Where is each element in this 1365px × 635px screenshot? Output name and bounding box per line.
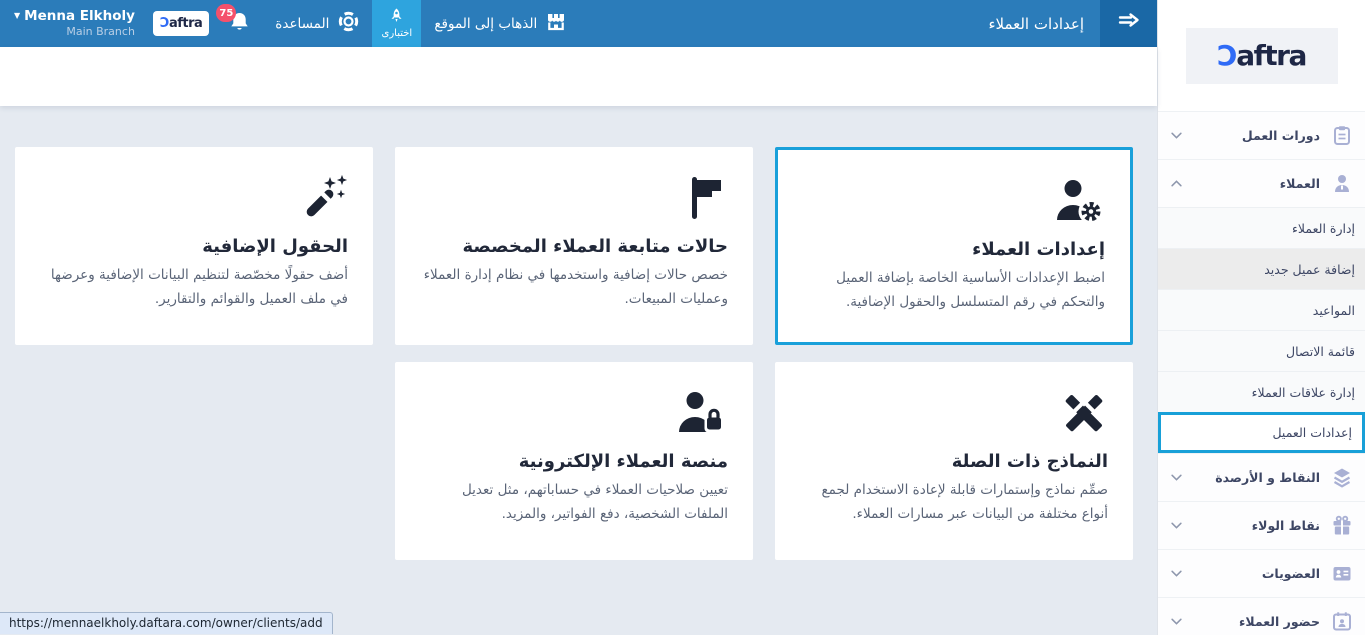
card-client-portal[interactable]: منصة العملاء الإلكترونية تعيين صلاحيات ا… xyxy=(395,362,753,560)
sidebar-item-label: نقاط الولاء xyxy=(1252,518,1320,533)
page-title: إعدادات العملاء xyxy=(970,15,1100,33)
users-icon xyxy=(1331,173,1352,194)
card-followup-statuses[interactable]: حالات متابعة العملاء المخصصة خصص حالات إ… xyxy=(395,147,753,345)
sidebar-subitem-add-client[interactable]: إضافة عميل جديد xyxy=(1158,248,1365,289)
sidebar-item-points-balances[interactable]: النقاط و الأرصدة xyxy=(1158,453,1365,501)
chevron-down-icon xyxy=(1171,570,1182,577)
sidebar-item-memberships[interactable]: العضويات xyxy=(1158,549,1365,597)
notifications-button[interactable]: 75 xyxy=(217,0,262,47)
user-gear-icon xyxy=(803,166,1105,224)
rocket-icon xyxy=(390,8,403,26)
sidebar-item-label: العضويات xyxy=(1262,566,1320,581)
sidebar-subitem-label: إعدادات العميل xyxy=(1272,425,1352,440)
brand-logo-mark: Ɔ xyxy=(160,16,169,31)
sidebar-subitem-crm[interactable]: إدارة علاقات العملاء xyxy=(1158,371,1365,412)
main-area: إعدادات العملاء الذهاب إلى الموقع اختبار… xyxy=(0,0,1157,635)
sidebar-subitem-manage-clients[interactable]: إدارة العملاء xyxy=(1158,207,1365,248)
card-description: تعيين صلاحيات العملاء في حساباتهم، مثل ت… xyxy=(420,479,728,526)
toolbar-band xyxy=(0,47,1157,106)
caret-down-icon: ▼ xyxy=(14,11,20,20)
sidebar-item-client-attendance[interactable]: حضور العملاء xyxy=(1158,597,1365,635)
magic-wand-icon xyxy=(40,163,348,221)
card-related-forms[interactable]: النماذج ذات الصلة صمِّم نماذج وإستمارات … xyxy=(775,362,1133,560)
pencil-ruler-icon xyxy=(800,378,1108,436)
double-arrow-icon xyxy=(1117,11,1141,36)
sidebar-logo-wrap: Ɔaftra xyxy=(1158,0,1365,111)
card-title: منصة العملاء الإلكترونية xyxy=(420,451,728,472)
card-description: خصص حالات إضافية واستخدمها في نظام إدارة… xyxy=(420,264,728,311)
help-label: المساعدة xyxy=(275,16,329,32)
sidebar-subitem-label: إدارة العملاء xyxy=(1292,221,1355,236)
card-description: صمِّم نماذج وإستمارات قابلة لإعادة الاست… xyxy=(800,479,1108,526)
sidebar-item-clients[interactable]: العملاء xyxy=(1158,159,1365,207)
sidebar-item-label: العملاء xyxy=(1280,176,1320,191)
sidebar-toggle-button[interactable] xyxy=(1100,0,1157,47)
chevron-down-icon xyxy=(1171,474,1182,481)
card-title: الحقول الإضافية xyxy=(40,236,348,257)
go-to-site-link[interactable]: الذهاب إلى الموقع xyxy=(421,0,579,47)
clipboard-icon xyxy=(1331,125,1352,146)
topbar: إعدادات العملاء الذهاب إلى الموقع اختبار… xyxy=(0,0,1157,47)
user-branch: Main Branch xyxy=(66,25,135,39)
user-name: Menna Elkholy xyxy=(24,8,135,24)
chevron-up-icon xyxy=(1171,180,1182,187)
sidebar-subitem-label: إدارة علاقات العملاء xyxy=(1252,385,1355,400)
topbar-brand-logo[interactable]: Ɔaftra xyxy=(153,11,209,36)
sidebar-item-label: دورات العمل xyxy=(1242,128,1320,143)
card-client-settings[interactable]: إعدادات العملاء اضبط الإعدادات الأساسية … xyxy=(775,147,1133,345)
sidebar-item-label: حضور العملاء xyxy=(1239,614,1320,629)
card-description: أضف حقولًا مخصّصة لتنظيم البيانات الإضاف… xyxy=(40,264,348,311)
sidebar-item-loyalty-points[interactable]: نقاط الولاء xyxy=(1158,501,1365,549)
sidebar: Ɔaftra دورات العمل العملاء إدارة العملاء xyxy=(1157,0,1365,635)
sidebar-subitem-contact-list[interactable]: قائمة الاتصال xyxy=(1158,330,1365,371)
go-to-site-label: الذهاب إلى الموقع xyxy=(434,16,537,32)
card-custom-fields[interactable]: الحقول الإضافية أضف حقولًا مخصّصة لتنظيم… xyxy=(15,147,373,345)
user-lock-icon xyxy=(420,378,728,436)
card-title: حالات متابعة العملاء المخصصة xyxy=(420,236,728,257)
sidebar-item-work-cycles[interactable]: دورات العمل xyxy=(1158,111,1365,159)
life-ring-icon xyxy=(338,11,359,36)
layers-icon xyxy=(1331,467,1352,488)
sidebar-subitem-label: قائمة الاتصال xyxy=(1286,344,1355,359)
sidebar-subitem-appointments[interactable]: المواعيد xyxy=(1158,289,1365,330)
card-title: النماذج ذات الصلة xyxy=(800,451,1108,472)
notification-badge: 75 xyxy=(216,4,236,22)
brand-logo-mark: Ɔ xyxy=(1217,39,1236,72)
chevron-down-icon xyxy=(1171,618,1182,625)
sidebar-item-label: النقاط و الأرصدة xyxy=(1215,470,1320,485)
id-card-icon xyxy=(1331,563,1352,584)
storefront-icon xyxy=(546,12,566,35)
sidebar-subitem-client-settings[interactable]: إعدادات العميل xyxy=(1158,412,1365,453)
content-area: إعدادات العملاء اضبط الإعدادات الأساسية … xyxy=(0,106,1157,635)
card-description: اضبط الإعدادات الأساسية الخاصة بإضافة ال… xyxy=(803,267,1105,314)
user-menu[interactable]: ▼ Menna Elkholy Main Branch xyxy=(0,8,145,39)
status-url-tooltip: https://mennaelkholy.daftara.com/owner/c… xyxy=(0,612,333,634)
calendar-user-icon xyxy=(1331,611,1352,632)
gift-icon xyxy=(1331,515,1352,536)
chevron-down-icon xyxy=(1171,132,1182,139)
card-title: إعدادات العملاء xyxy=(803,239,1105,260)
sidebar-brand-logo[interactable]: Ɔaftra xyxy=(1186,28,1338,84)
trial-tab[interactable]: اختبارى xyxy=(372,0,421,47)
help-button[interactable]: المساعدة xyxy=(262,0,372,47)
sidebar-subitem-label: المواعيد xyxy=(1313,303,1355,318)
app-root: إعدادات العملاء الذهاب إلى الموقع اختبار… xyxy=(0,0,1365,635)
settings-cards-grid: إعدادات العملاء اضبط الإعدادات الأساسية … xyxy=(24,147,1133,560)
sidebar-subitem-label: إضافة عميل جديد xyxy=(1264,262,1355,277)
flag-icon xyxy=(420,163,728,221)
chevron-down-icon xyxy=(1171,522,1182,529)
trial-label: اختبارى xyxy=(382,28,413,39)
